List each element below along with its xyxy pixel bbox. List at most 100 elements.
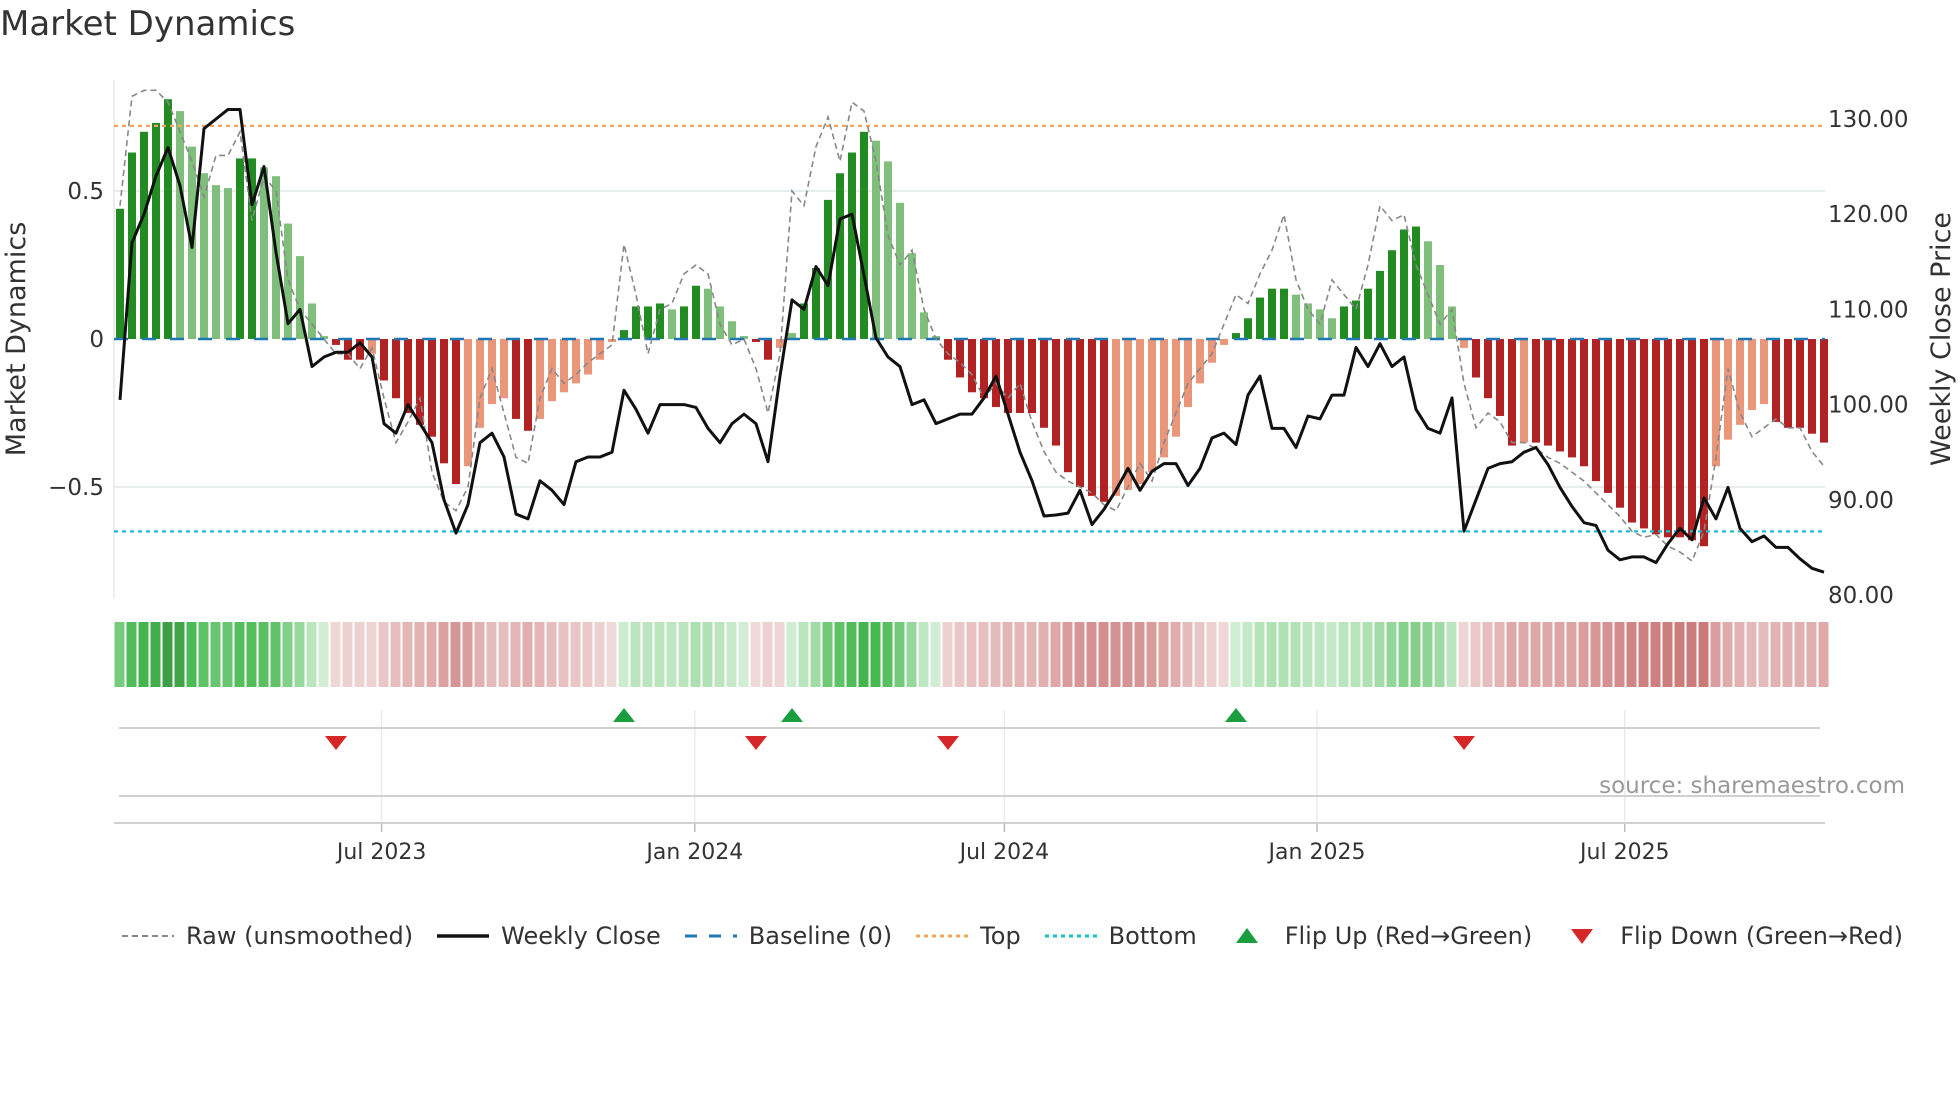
strip-cell xyxy=(1194,622,1205,687)
bar xyxy=(1100,339,1108,502)
bar xyxy=(1568,339,1576,458)
strip-cell xyxy=(426,622,437,687)
flip-up-marker xyxy=(781,708,803,722)
strip-cell xyxy=(162,622,173,687)
strip-cell xyxy=(1674,622,1685,687)
legend: Raw (unsmoothed) Weekly Close Baseline (0)… xyxy=(120,922,1925,950)
bar xyxy=(992,339,1000,408)
strip-cell xyxy=(846,622,857,687)
bar xyxy=(440,339,448,464)
strip-cell xyxy=(666,622,677,687)
strip-cell xyxy=(1494,622,1505,687)
strip-cell xyxy=(1122,622,1133,687)
bar xyxy=(884,161,892,339)
strip-cell xyxy=(1422,622,1433,687)
strip-cell xyxy=(1578,622,1589,687)
strip-cell xyxy=(906,622,917,687)
strip-cell xyxy=(1626,622,1637,687)
strip-cell xyxy=(1638,622,1649,687)
y2-tick-label: 110.00 xyxy=(1828,297,1908,323)
bar xyxy=(1040,339,1048,428)
bar xyxy=(1436,265,1444,339)
bar xyxy=(1148,339,1156,473)
legend-label: Flip Up (Red→Green) xyxy=(1284,922,1533,950)
bar xyxy=(1304,303,1312,339)
strip-cell xyxy=(1170,622,1181,687)
bar xyxy=(668,309,676,339)
bar xyxy=(1820,339,1828,443)
bar xyxy=(596,339,604,360)
bar xyxy=(1640,339,1648,529)
strip-cell xyxy=(402,622,413,687)
strip-cell xyxy=(750,622,761,687)
strip-cell xyxy=(1038,622,1049,687)
strip-cell xyxy=(1530,622,1541,687)
strip-cell xyxy=(1218,622,1229,687)
bar xyxy=(836,173,844,339)
bar xyxy=(764,339,772,360)
flip-down-marker xyxy=(745,736,767,750)
x-tick-label: Jan 2025 xyxy=(1267,840,1366,865)
legend-swatch xyxy=(916,934,969,938)
source-label: source: sharemaestro.com xyxy=(1599,773,1905,799)
flip-down-marker xyxy=(325,736,347,750)
strip-cell xyxy=(1506,622,1517,687)
bar xyxy=(452,339,460,485)
strip-cell xyxy=(1326,622,1337,687)
strip-cell xyxy=(1770,622,1781,687)
strip-cell xyxy=(834,622,845,687)
triangle-down-icon xyxy=(1571,929,1594,944)
bar xyxy=(1772,339,1780,422)
strip-cell xyxy=(1374,622,1385,687)
strip-cell xyxy=(702,622,713,687)
strip-cell xyxy=(1182,622,1193,687)
legend-item-flip-up: Flip Up (Red→Green) xyxy=(1219,922,1533,950)
strip-cell xyxy=(1410,622,1421,687)
bar xyxy=(1652,339,1660,535)
y2-tick-label: 100.00 xyxy=(1828,393,1908,419)
bar xyxy=(1412,226,1420,339)
bar xyxy=(1616,339,1624,508)
strip-cell xyxy=(1050,622,1061,687)
legend-item-top: Top xyxy=(914,922,1021,950)
bar xyxy=(1208,339,1216,363)
bar xyxy=(1028,339,1036,413)
strip-cell xyxy=(1302,622,1313,687)
x-tick-label: Jul 2023 xyxy=(335,840,427,865)
triangle-up-icon xyxy=(1235,928,1258,943)
strip-cell xyxy=(282,622,293,687)
strip-cell xyxy=(1650,622,1661,687)
strip-cell xyxy=(198,622,209,687)
strip-cell xyxy=(1338,622,1349,687)
strip-cell xyxy=(1734,622,1745,687)
bar xyxy=(1268,288,1276,339)
strip-cell xyxy=(330,622,341,687)
bar xyxy=(428,339,436,437)
bar xyxy=(1760,339,1768,405)
bar xyxy=(860,131,868,339)
strip-cell xyxy=(498,622,509,687)
bar xyxy=(1748,339,1756,411)
strip-cell xyxy=(1542,622,1553,687)
strip-cell xyxy=(822,622,833,687)
bar xyxy=(1292,294,1300,339)
strip-cell xyxy=(1386,622,1397,687)
strip-cell xyxy=(354,622,365,687)
strip-cell xyxy=(714,622,725,687)
strip-cell xyxy=(1698,622,1709,687)
strip-cell xyxy=(234,622,245,687)
strip-cell xyxy=(438,622,449,687)
bar xyxy=(1508,339,1516,446)
strip-cell xyxy=(1746,622,1757,687)
strip-cell xyxy=(270,622,281,687)
bar xyxy=(164,99,172,340)
strip-cell xyxy=(1362,622,1373,687)
strip-cell xyxy=(594,622,605,687)
strip-cell xyxy=(546,622,557,687)
strip-cell xyxy=(150,622,161,687)
bar xyxy=(728,321,736,339)
strip-cell xyxy=(882,622,893,687)
strip-cell xyxy=(1350,622,1361,687)
bar xyxy=(1580,339,1588,467)
legend-label: Flip Down (Green→Red) xyxy=(1620,922,1903,950)
